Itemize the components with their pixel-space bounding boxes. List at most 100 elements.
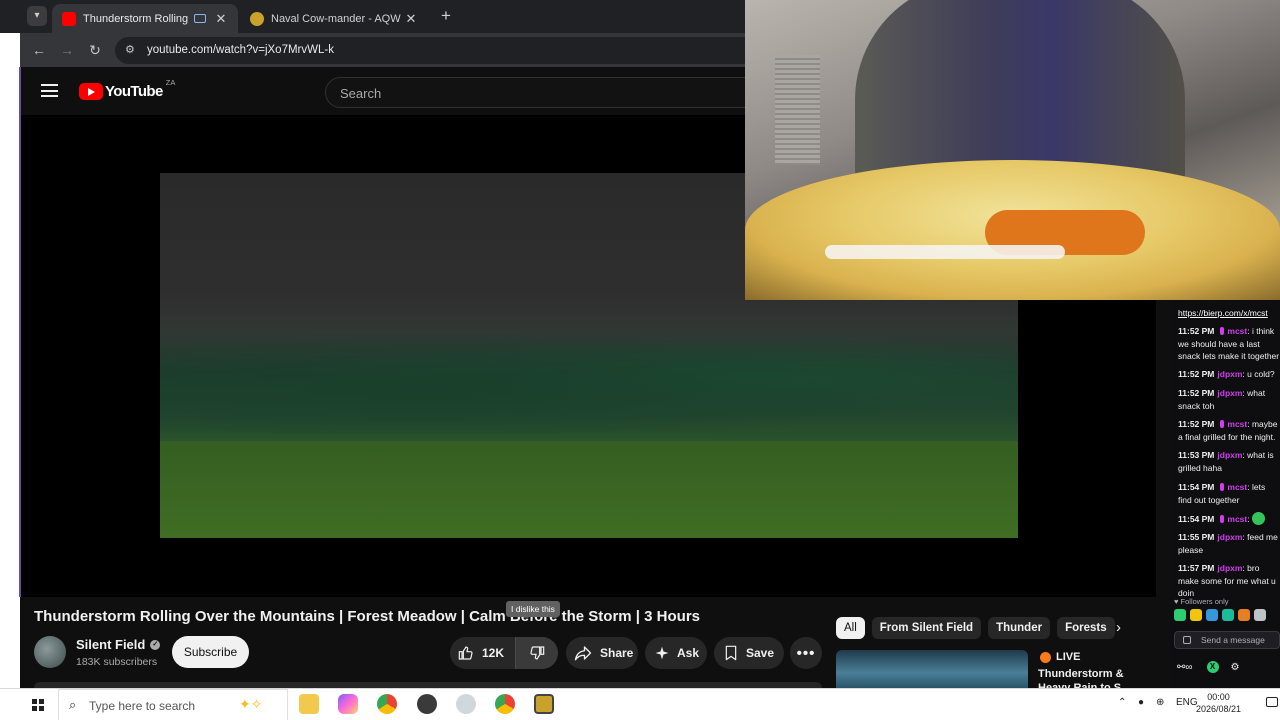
mic-icon — [1220, 420, 1225, 428]
youtube-play-icon — [79, 83, 103, 100]
youtube-favicon-icon — [62, 11, 76, 26]
notifications-icon[interactable] — [1266, 697, 1278, 707]
youtube-wordmark: YouTube — [105, 83, 163, 100]
chat-user[interactable]: mcst — [1227, 482, 1247, 492]
tab-search-button[interactable]: ▾ — [27, 6, 47, 26]
ask-button[interactable]: Ask — [645, 637, 707, 669]
chat-user[interactable]: mcst — [1227, 514, 1247, 524]
start-windows-icon[interactable] — [32, 699, 44, 711]
x-icon[interactable]: X — [1206, 661, 1219, 673]
live-badge: LIVE — [1040, 651, 1080, 663]
address-bar[interactable]: ⚙ youtube.com/watch?v=jXo7MrvWL-k — [115, 37, 755, 64]
webcam-overlay — [745, 0, 1280, 300]
forward-button[interactable]: → — [58, 41, 76, 59]
chip-all[interactable]: All — [836, 617, 865, 639]
bookmark-icon — [725, 645, 737, 661]
more-actions-icon[interactable]: ••• — [790, 637, 822, 669]
channel-avatar[interactable] — [34, 636, 66, 668]
link-icon[interactable]: ⚯∞ — [1177, 662, 1193, 673]
chat-time: 11:57 PM — [1178, 563, 1215, 573]
back-button[interactable]: ← — [30, 41, 48, 59]
subscribe-button[interactable]: Subscribe — [172, 636, 249, 668]
tab-thunderstorm[interactable]: Thunderstorm Rolling Over the Mountains … — [52, 4, 238, 33]
save-label: Save — [746, 646, 775, 660]
close-tab-icon[interactable]: ✕ — [214, 11, 228, 27]
dislike-button[interactable] — [516, 637, 558, 669]
emote-icon[interactable] — [1190, 609, 1202, 621]
chat-link[interactable]: https://bierp.com/x/mcst — [1178, 308, 1268, 318]
chip-from-channel[interactable]: From Silent Field — [871, 617, 982, 639]
chat-user[interactable]: jdpxm — [1217, 388, 1242, 398]
taskbar-search[interactable]: ⌕ ✦✧ — [58, 689, 288, 720]
channel-name[interactable]: Silent Field ✓ — [76, 637, 161, 652]
emote-icon[interactable] — [1206, 609, 1218, 621]
chat-message: 11:52 PM jdpxm: what snack toh — [1178, 388, 1266, 411]
obs-icon[interactable] — [417, 694, 437, 714]
clock-time: 00:00 — [1207, 692, 1230, 702]
taskbar-clock[interactable]: 00:00 2026/08/21 — [1196, 691, 1241, 715]
video-title: Thunderstorm Rolling Over the Mountains … — [34, 608, 700, 625]
network-icon[interactable]: ⊕ — [1156, 697, 1164, 708]
thumbs-down-icon — [530, 646, 545, 660]
search-box[interactable] — [325, 77, 755, 108]
copilot-icon[interactable] — [338, 694, 358, 714]
taskbar-search-input[interactable] — [89, 698, 239, 714]
chat-time: 11:52 PM — [1178, 326, 1215, 336]
like-button[interactable]: 12K — [450, 637, 516, 669]
video-hills — [160, 323, 1018, 433]
sparkle-icon — [655, 646, 669, 660]
share-button[interactable]: Share — [566, 637, 638, 669]
save-button[interactable]: Save — [714, 637, 784, 669]
app-icon[interactable] — [456, 694, 476, 714]
chat-user[interactable]: jdpxm — [1217, 563, 1242, 573]
recommended-title[interactable]: Thunderstorm & Heavy Rain to S... — [1038, 667, 1148, 688]
tray-chevron-icon[interactable]: ⌃ — [1118, 697, 1126, 708]
chat-message: 11:52 PM mcst: i think we should have a l… — [1178, 326, 1280, 361]
recommended-thumbnail[interactable] — [836, 650, 1028, 688]
url-text: youtube.com/watch?v=jXo7MrvWL-k — [147, 44, 334, 56]
chat-time: 11:52 PM — [1178, 369, 1215, 379]
chrome-profile-icon[interactable] — [495, 694, 515, 714]
chat-input-icon — [1183, 636, 1191, 644]
related-chips: All From Silent Field Thunder Forests — [836, 617, 1122, 639]
chrome-icon[interactable] — [377, 694, 397, 714]
youtube-logo[interactable]: YouTube ZA — [79, 78, 175, 100]
emote-icon[interactable] — [1222, 609, 1234, 621]
chat-user[interactable]: mcst — [1227, 419, 1247, 429]
tab-naval-cowmander[interactable]: Naval Cow-mander - AQW ✕ — [240, 4, 428, 33]
language-indicator[interactable]: ENG — [1176, 697, 1198, 708]
chip-thunder[interactable]: Thunder — [988, 617, 1051, 639]
search-highlight-icon: ✦✧ — [239, 696, 263, 712]
browser-toolbar: ← → ↻ ⚙ youtube.com/watch?v=jXo7MrvWL-k — [20, 33, 755, 67]
stream-chat: https://bierp.com/x/mcst 11:52 PM mcst: i… — [1171, 300, 1280, 688]
search-input[interactable] — [340, 84, 720, 102]
ask-label: Ask — [677, 646, 700, 660]
chevron-right-icon[interactable]: › — [1116, 619, 1121, 636]
gear-icon[interactable]: ⚙ — [1231, 662, 1240, 673]
chip-forests[interactable]: Forests — [1057, 617, 1115, 639]
country-code: ZA — [165, 78, 176, 87]
reload-button[interactable]: ↻ — [86, 41, 104, 59]
emote-icon[interactable] — [1174, 609, 1186, 621]
emote-icon[interactable] — [1254, 609, 1266, 621]
new-tab-button[interactable]: + — [437, 6, 455, 26]
chat-user[interactable]: mcst — [1227, 326, 1247, 336]
chat-text: u cold? — [1247, 369, 1275, 379]
channel-name-text[interactable]: Silent Field — [76, 637, 145, 652]
chat-user[interactable]: jdpxm — [1217, 532, 1242, 542]
like-count: 12K — [482, 646, 505, 660]
chat-user[interactable]: jdpxm — [1217, 369, 1242, 379]
aqw-icon[interactable] — [534, 694, 554, 714]
chat-time: 11:52 PM — [1178, 419, 1215, 429]
windows-taskbar: ⌕ ✦✧ — [0, 688, 1280, 720]
chat-input-placeholder: Send a message — [1201, 635, 1265, 645]
chat-input[interactable]: Send a message — [1174, 631, 1280, 649]
microphone-icon[interactable]: ● — [1138, 697, 1144, 708]
close-tab-icon[interactable]: ✕ — [404, 11, 418, 27]
site-info-icon[interactable]: ⚙ — [125, 43, 135, 56]
file-explorer-icon[interactable] — [299, 694, 319, 714]
emote-icon[interactable] — [1238, 609, 1250, 621]
chat-message: 11:52 PM jdpxm: u cold? — [1178, 369, 1275, 379]
chat-user[interactable]: jdpxm — [1217, 450, 1242, 460]
menu-icon[interactable] — [41, 84, 58, 97]
